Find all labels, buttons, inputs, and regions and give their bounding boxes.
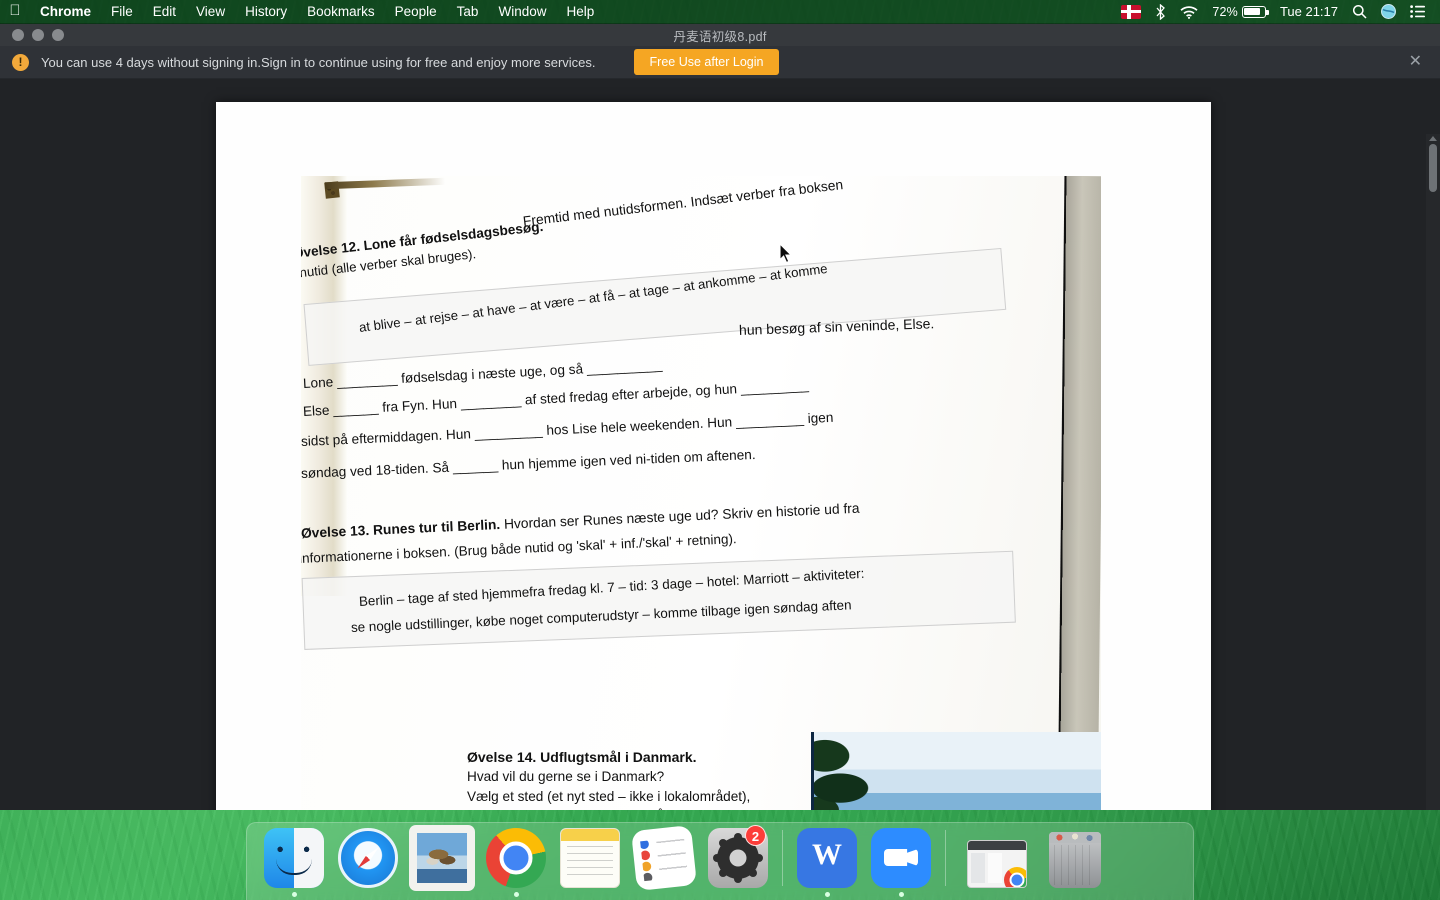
minimized-window-icon[interactable]	[967, 840, 1027, 888]
running-indicator	[1062, 892, 1067, 897]
notification-message: You can use 4 days without signing in.Si…	[41, 54, 596, 70]
ex12-blank-8: ______	[452, 457, 503, 475]
wps-glyph: W	[812, 838, 842, 871]
dock-item-trash[interactable]	[1027, 832, 1101, 900]
wifi-icon[interactable]	[1180, 5, 1198, 19]
system-preferences-icon[interactable]: 2	[708, 825, 768, 888]
scroll-up-arrow-icon[interactable]	[1429, 136, 1437, 141]
exercise-14-line-3: og søg oplysninger om stedet på internet…	[467, 806, 797, 810]
coastal-sea-photo	[811, 732, 1101, 810]
menu-item-edit[interactable]: Edit	[143, 0, 186, 24]
running-indicator	[662, 892, 667, 897]
photo-cliff-tree	[1099, 732, 1101, 772]
notes-icon[interactable]	[560, 828, 620, 888]
dock-item-chrome[interactable]	[479, 828, 553, 900]
photo-tree-left	[814, 732, 899, 810]
dock: 2 W	[246, 822, 1194, 900]
pdf-viewer[interactable]: Øvelse 12. Lone får fødselsdagsbesøg. Fr…	[0, 79, 1440, 810]
pdf-reader-window: 丹麦语初级8.pdf ! You can use 4 days without …	[0, 24, 1440, 810]
finder-icon[interactable]	[264, 828, 324, 888]
ex12-blank-3: ______	[332, 399, 383, 418]
vertical-scrollbar[interactable]	[1426, 134, 1440, 810]
menu-item-view[interactable]: View	[186, 0, 235, 24]
dock-separator	[945, 830, 946, 886]
danish-flag-icon[interactable]	[1121, 4, 1142, 19]
dock-item-finder[interactable]	[257, 828, 331, 900]
menubar-clock[interactable]: Tue 21:17	[1280, 4, 1338, 19]
dock-item-zoom[interactable]	[864, 828, 938, 900]
running-indicator	[366, 892, 371, 897]
desktop-screen:  Chrome File Edit View History Bookmark…	[0, 0, 1440, 900]
close-icon[interactable]: ✕	[1403, 54, 1428, 70]
menu-item-bookmarks[interactable]: Bookmarks	[297, 0, 385, 24]
pdf-page: Øvelse 12. Lone får fødselsdagsbesøg. Fr…	[216, 102, 1211, 810]
dock-item-wps-office[interactable]: W	[790, 828, 864, 900]
menu-item-people[interactable]: People	[385, 0, 447, 24]
reminders-icon[interactable]	[631, 825, 697, 891]
running-indicator	[824, 892, 830, 897]
running-indicator	[588, 892, 593, 897]
window-titlebar: 丹麦语初级8.pdf	[0, 24, 1440, 46]
dock-separator	[782, 830, 783, 886]
wps-office-icon[interactable]: W	[797, 828, 857, 888]
running-indicator	[988, 892, 993, 897]
photo-cliff-right	[1062, 732, 1101, 810]
exercise-14-block: Øvelse 14. Udflugtsmål i Danmark. Hvad v…	[467, 748, 797, 810]
warning-icon: !	[12, 53, 29, 71]
exercise-14-heading: Øvelse 14. Udflugtsmål i Danmark.	[467, 749, 697, 765]
ex12-frag-else: Else	[302, 402, 330, 419]
mail-icon[interactable]	[412, 828, 472, 888]
dock-item-safari[interactable]	[331, 828, 405, 900]
menu-item-history[interactable]: History	[235, 0, 297, 24]
dock-item-mail[interactable]	[405, 828, 479, 900]
ex12-frag-lone: Lone	[302, 374, 334, 391]
menu-item-window[interactable]: Window	[488, 0, 556, 24]
chrome-icon[interactable]	[486, 828, 546, 888]
scanned-book-page: Øvelse 12. Lone får fødselsdagsbesøg. Fr…	[301, 176, 1101, 810]
exercise-14-line-1: Hvad vil du gerne se i Danmark?	[467, 769, 665, 785]
running-indicator	[291, 892, 297, 897]
running-indicator	[898, 892, 904, 897]
dock-item-notes[interactable]	[553, 828, 627, 900]
running-indicator	[513, 892, 519, 897]
dock-item-minimized-window[interactable]	[953, 840, 1027, 900]
apple-logo-icon[interactable]: 	[0, 3, 30, 20]
menu-bar:  Chrome File Edit View History Bookmark…	[0, 0, 1440, 24]
search-icon[interactable]	[1352, 4, 1367, 19]
battery-status[interactable]: 72%	[1212, 4, 1269, 19]
free-use-after-login-button[interactable]: Free Use after Login	[633, 49, 780, 75]
siri-icon[interactable]	[1381, 4, 1396, 19]
chrome-badge-icon	[1004, 867, 1026, 887]
menu-item-tab[interactable]: Tab	[447, 0, 489, 24]
menu-item-help[interactable]: Help	[556, 0, 604, 24]
zoom-app-icon[interactable]	[871, 828, 931, 888]
signin-notification-bar: ! You can use 4 days without signing in.…	[0, 46, 1440, 79]
exercise-14-line-2: Vælg et sted (et nyt sted – ikke i lokal…	[467, 788, 751, 804]
arrow-cursor	[779, 242, 793, 269]
menu-bar-items:  Chrome File Edit View History Bookmark…	[0, 0, 604, 24]
ex12-frag-igen: igen	[807, 409, 834, 426]
battery-percent-label: 72%	[1212, 4, 1238, 19]
book-page-right-edge	[1057, 176, 1101, 810]
menu-bar-status: 72% Tue 21:17	[1121, 3, 1432, 20]
notification-badge: 2	[745, 825, 766, 846]
running-indicator	[440, 892, 445, 897]
menu-item-file[interactable]: File	[101, 0, 143, 24]
trash-icon[interactable]	[1049, 832, 1101, 888]
dock-item-reminders[interactable]	[627, 825, 701, 900]
scrollbar-thumb[interactable]	[1429, 144, 1437, 192]
window-title: 丹麦语初级8.pdf	[673, 29, 767, 44]
menu-item-chrome[interactable]: Chrome	[30, 0, 101, 24]
control-center-icon[interactable]	[1410, 5, 1426, 18]
dock-item-system-preferences[interactable]: 2	[701, 825, 775, 900]
running-indicator	[736, 892, 741, 897]
battery-icon	[1241, 5, 1269, 18]
safari-icon[interactable]	[338, 828, 398, 888]
bluetooth-icon[interactable]	[1155, 3, 1166, 20]
